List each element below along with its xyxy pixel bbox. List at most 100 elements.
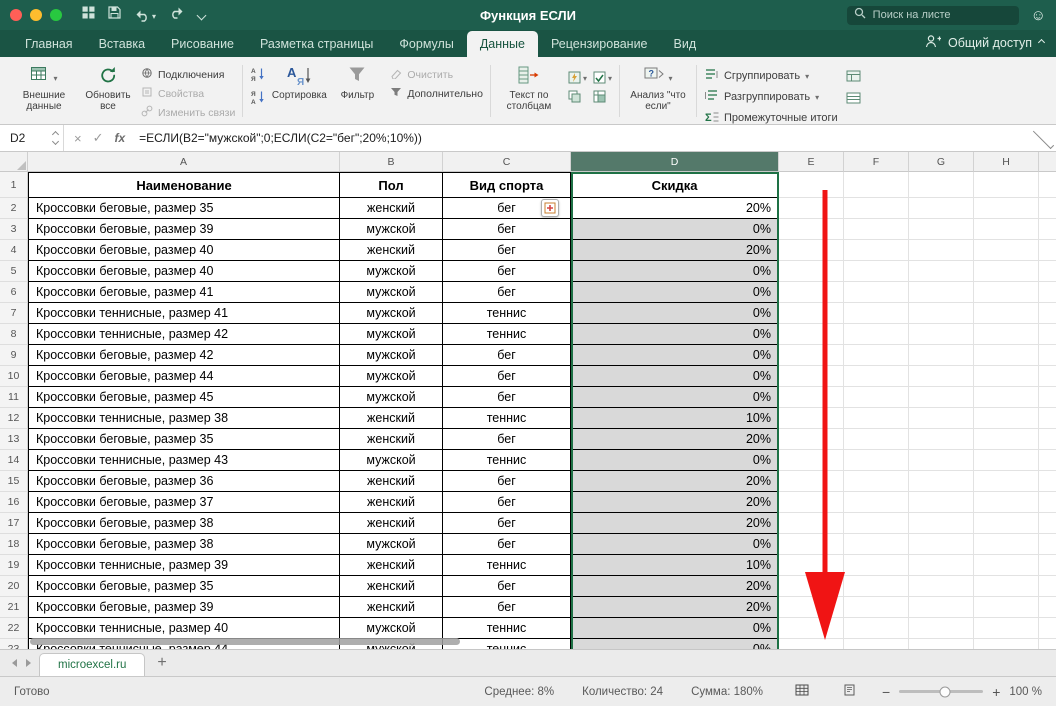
cell-D7[interactable]: 0% [571, 303, 779, 324]
clear-filter-button[interactable]: Очистить [390, 67, 483, 82]
cell-E16[interactable] [779, 492, 844, 513]
cell-C8[interactable]: теннис [443, 324, 571, 345]
cell-G7[interactable] [909, 303, 974, 324]
advanced-filter-button[interactable]: Дополнительно [390, 86, 483, 101]
search-input[interactable] [871, 8, 1012, 22]
group-button[interactable]: Сгруппировать [704, 67, 838, 84]
feedback-smiley-icon[interactable] [1031, 8, 1046, 23]
ribbon-tab-7[interactable]: Рецензирование [538, 31, 661, 57]
formula-input[interactable]: =ЕСЛИ(B2="мужской";0;ЕСЛИ(C2="бег";20%;1… [135, 131, 1031, 145]
column-header-A[interactable]: A [28, 152, 340, 172]
cell-F14[interactable] [844, 450, 909, 471]
cell-B20[interactable]: женский [340, 576, 443, 597]
cell-D1[interactable]: Скидка [571, 172, 779, 198]
cell-H10[interactable] [974, 366, 1039, 387]
cell-G16[interactable] [909, 492, 974, 513]
cell-D13[interactable]: 20% [571, 429, 779, 450]
refresh-all-button[interactable]: Обновить все [83, 62, 133, 112]
cell-F16[interactable] [844, 492, 909, 513]
cell-C5[interactable]: бег [443, 261, 571, 282]
cell-G8[interactable] [909, 324, 974, 345]
cell-H2[interactable] [974, 198, 1039, 219]
cell-E7[interactable] [779, 303, 844, 324]
hide-detail-icon[interactable] [846, 91, 861, 109]
row-number-5[interactable]: 5 [0, 261, 28, 282]
cell-C19[interactable]: теннис [443, 555, 571, 576]
cell-A1[interactable]: Наименование [28, 172, 340, 198]
cell-A2[interactable]: Кроссовки беговые, размер 35 [28, 198, 340, 219]
cell-C15[interactable]: бег [443, 471, 571, 492]
zoom-window-button[interactable] [50, 9, 62, 21]
cell-G1[interactable] [909, 172, 974, 198]
row-number-9[interactable]: 9 [0, 345, 28, 366]
cell-C23[interactable]: теннис [443, 639, 571, 649]
cell-F11[interactable] [844, 387, 909, 408]
cell-F21[interactable] [844, 597, 909, 618]
row-number-8[interactable]: 8 [0, 324, 28, 345]
sort-descending-icon[interactable]: ЯА [250, 89, 266, 110]
ribbon-tab-6[interactable]: Данные [467, 31, 538, 57]
cell-G10[interactable] [909, 366, 974, 387]
flash-fill-button[interactable] [568, 68, 587, 86]
ungroup-button[interactable]: Разгруппировать [704, 88, 838, 105]
cell-F9[interactable] [844, 345, 909, 366]
cell-E6[interactable] [779, 282, 844, 303]
zoom-in-button[interactable]: + [992, 685, 1000, 699]
confirm-entry-icon[interactable]: ✓ [93, 130, 104, 146]
cell-H6[interactable] [974, 282, 1039, 303]
cell-H8[interactable] [974, 324, 1039, 345]
cell-G21[interactable] [909, 597, 974, 618]
cell-F19[interactable] [844, 555, 909, 576]
cell-F6[interactable] [844, 282, 909, 303]
external-data-button[interactable]: Внешние данные [13, 62, 75, 112]
cell-D12[interactable]: 10% [571, 408, 779, 429]
cell-E14[interactable] [779, 450, 844, 471]
cell-C9[interactable]: бег [443, 345, 571, 366]
cell-B22[interactable]: мужской [340, 618, 443, 639]
cell-A12[interactable]: Кроссовки теннисные, размер 38 [28, 408, 340, 429]
cell-H22[interactable] [974, 618, 1039, 639]
redo-icon[interactable] [169, 6, 185, 24]
cell-E13[interactable] [779, 429, 844, 450]
page-layout-view-icon[interactable] [843, 684, 856, 699]
cell-G2[interactable] [909, 198, 974, 219]
cell-H11[interactable] [974, 387, 1039, 408]
add-sheet-button[interactable]: + [147, 650, 176, 676]
cell-B10[interactable]: мужской [340, 366, 443, 387]
remove-duplicates-button[interactable] [568, 90, 587, 103]
cell-F5[interactable] [844, 261, 909, 282]
cell-D11[interactable]: 0% [571, 387, 779, 408]
cell-F17[interactable] [844, 513, 909, 534]
cell-F15[interactable] [844, 471, 909, 492]
row-number-22[interactable]: 22 [0, 618, 28, 639]
cell-H14[interactable] [974, 450, 1039, 471]
cell-E1[interactable] [779, 172, 844, 198]
collapse-ribbon-chevron-icon[interactable] [1038, 39, 1045, 46]
undo-icon[interactable] [134, 6, 156, 24]
cell-B15[interactable]: женский [340, 471, 443, 492]
cell-G14[interactable] [909, 450, 974, 471]
row-number-21[interactable]: 21 [0, 597, 28, 618]
cell-A19[interactable]: Кроссовки теннисные, размер 39 [28, 555, 340, 576]
cell-F18[interactable] [844, 534, 909, 555]
minimize-window-button[interactable] [30, 9, 42, 21]
cell-G22[interactable] [909, 618, 974, 639]
cell-B9[interactable]: мужской [340, 345, 443, 366]
save-icon[interactable] [108, 6, 121, 24]
cell-F10[interactable] [844, 366, 909, 387]
cell-G15[interactable] [909, 471, 974, 492]
row-number-19[interactable]: 19 [0, 555, 28, 576]
expand-formula-bar-icon[interactable] [1033, 127, 1054, 148]
cell-B16[interactable]: женский [340, 492, 443, 513]
column-header-G[interactable]: G [909, 152, 974, 172]
row-number-17[interactable]: 17 [0, 513, 28, 534]
row-number-11[interactable]: 11 [0, 387, 28, 408]
cell-B19[interactable]: женский [340, 555, 443, 576]
cell-H23[interactable] [974, 639, 1039, 649]
cell-A11[interactable]: Кроссовки беговые, размер 45 [28, 387, 340, 408]
cell-F13[interactable] [844, 429, 909, 450]
cell-H13[interactable] [974, 429, 1039, 450]
row-number-16[interactable]: 16 [0, 492, 28, 513]
edit-links-button[interactable]: Изменить связи [141, 105, 235, 120]
next-sheet-icon[interactable] [26, 659, 31, 667]
